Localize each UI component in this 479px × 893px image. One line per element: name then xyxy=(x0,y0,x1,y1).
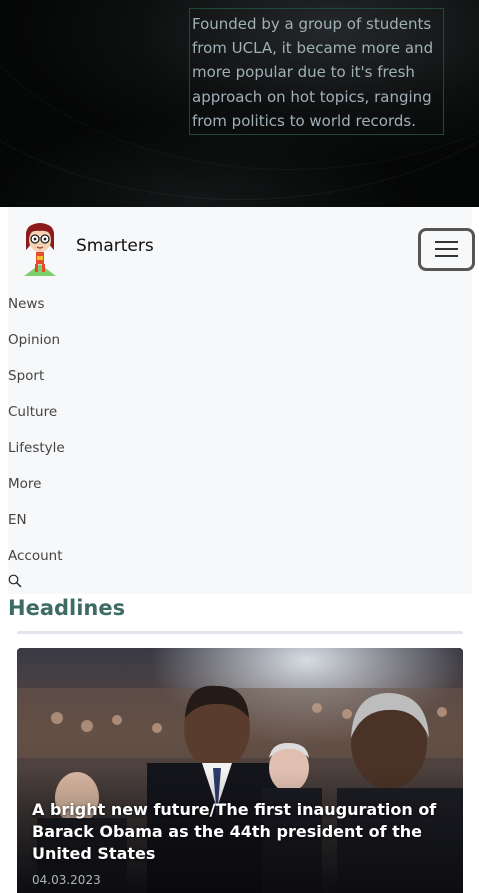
headline-card[interactable]: A bright new future/The first inaugurati… xyxy=(17,648,463,893)
search-icon[interactable] xyxy=(8,573,22,588)
nav-item-more[interactable]: More xyxy=(8,475,65,511)
section-title: Headlines xyxy=(8,596,126,620)
navbar: Smarters News Opinion Sport Culture Life… xyxy=(8,207,475,594)
nav-menu: News Opinion Sport Culture Lifestyle Mor… xyxy=(8,295,65,583)
hero-description: Founded by a group of students from UCLA… xyxy=(189,8,444,135)
brand-name[interactable]: Smarters xyxy=(76,236,154,256)
menu-toggle-button[interactable] xyxy=(418,228,475,271)
nav-item-culture[interactable]: Culture xyxy=(8,403,65,439)
hamburger-icon xyxy=(435,248,458,250)
nav-item-lifestyle[interactable]: Lifestyle xyxy=(8,439,65,475)
nav-item-language[interactable]: EN xyxy=(8,511,65,547)
headline-title[interactable]: A bright new future/The first inaugurati… xyxy=(32,799,452,865)
nav-item-news[interactable]: News xyxy=(8,295,65,331)
hamburger-icon xyxy=(435,255,458,257)
hero-banner: Founded by a group of students from UCLA… xyxy=(0,0,479,207)
headline-date: 04.03.2023 xyxy=(32,873,101,887)
hamburger-icon xyxy=(435,241,458,243)
section-divider xyxy=(17,631,463,634)
nav-item-sport[interactable]: Sport xyxy=(8,367,65,403)
brand-logo-icon[interactable] xyxy=(20,220,60,278)
nav-item-opinion[interactable]: Opinion xyxy=(8,331,65,367)
